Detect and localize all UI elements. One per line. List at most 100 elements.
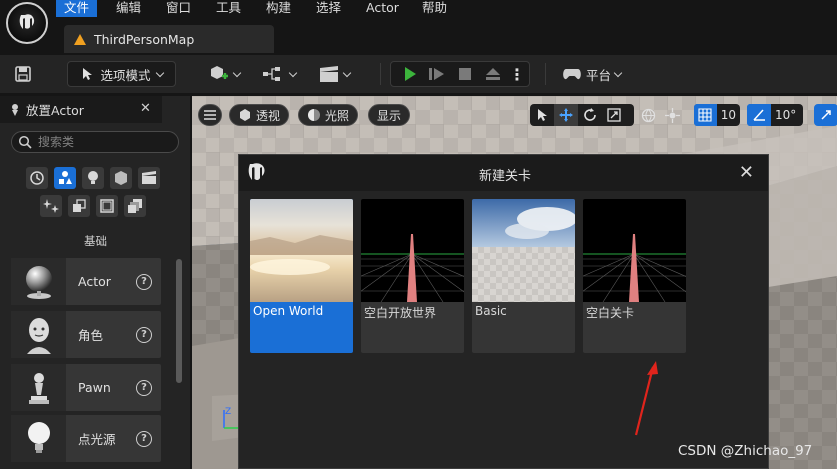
more-options-icon[interactable]: ⋮: [507, 65, 527, 84]
scale-tool-icon[interactable]: [602, 104, 626, 126]
eject-button[interactable]: [479, 67, 507, 81]
template-label: Basic: [475, 304, 507, 318]
lit-mode-button[interactable]: 光照: [298, 104, 359, 126]
cinematics-button[interactable]: [318, 63, 352, 85]
panel-scrollbar[interactable]: [176, 259, 182, 383]
platform-button[interactable]: 平台: [562, 63, 623, 85]
search-icon: [18, 135, 32, 149]
rotate-tool-icon[interactable]: [578, 104, 602, 126]
chevron-down-icon: [288, 68, 298, 77]
save-button[interactable]: [14, 63, 32, 85]
template-label: 空白开放世界: [364, 306, 437, 320]
viewport-menu-button[interactable]: [198, 104, 222, 126]
place-actor-icon: [12, 103, 18, 116]
geometry-category-icon[interactable]: [68, 195, 90, 217]
chevron-down-icon: [155, 68, 164, 77]
template-empty-open-world[interactable]: 空白开放世界: [361, 199, 464, 353]
toolbar-divider: [380, 63, 381, 85]
maximize-viewport-button[interactable]: [814, 104, 837, 126]
clapperboard-icon: [320, 66, 338, 82]
world-space-icon[interactable]: [636, 104, 660, 126]
search-input[interactable]: [38, 135, 168, 149]
step-icon: [429, 68, 444, 80]
help-icon[interactable]: ?: [136, 379, 152, 396]
blueprint-button[interactable]: [262, 63, 298, 85]
grid-snap[interactable]: 10: [694, 104, 740, 126]
shapes-category-icon[interactable]: [110, 167, 132, 189]
hamburger-icon: [204, 110, 216, 120]
section-label-basic: 基础: [84, 234, 107, 248]
show-label: 显示: [377, 108, 402, 123]
grid-snap-icon[interactable]: [694, 104, 717, 126]
pawn-icon: [11, 364, 66, 411]
menu-actor[interactable]: Actor: [358, 0, 407, 17]
help-icon[interactable]: ?: [136, 326, 152, 343]
list-item-pawn[interactable]: Pawn ?: [11, 364, 161, 411]
basic-thumbnail: [472, 199, 575, 302]
play-button[interactable]: [397, 66, 423, 82]
transform-tools: [530, 104, 634, 126]
empty-grid-thumbnail: [361, 199, 464, 303]
toolbar-divider: [545, 63, 546, 85]
stop-icon: [459, 68, 471, 80]
cinematic-category-icon[interactable]: [138, 167, 160, 189]
menu-help[interactable]: 帮助: [414, 0, 455, 17]
stop-button[interactable]: [451, 67, 479, 81]
help-icon[interactable]: ?: [136, 273, 152, 290]
annotation-arrow-icon: [634, 361, 658, 436]
coord-tools: [636, 104, 686, 126]
search-field[interactable]: [11, 131, 179, 153]
template-open-world[interactable]: Open World: [250, 199, 353, 353]
tab-third-person-map[interactable]: ThirdPersonMap: [64, 25, 274, 53]
visual-effects-category-icon[interactable]: [40, 195, 62, 217]
add-actor-button[interactable]: [208, 63, 242, 85]
template-empty-level[interactable]: 空白关卡: [583, 199, 686, 353]
expand-icon: [814, 104, 837, 126]
tab-label: ThirdPersonMap: [94, 31, 195, 47]
mode-select-button[interactable]: 选项模式: [67, 61, 176, 87]
template-label: 空白关卡: [586, 306, 635, 320]
close-icon[interactable]: ✕: [739, 162, 754, 183]
select-tool-icon[interactable]: [530, 104, 554, 126]
chevron-down-icon: [613, 68, 623, 77]
surface-snap-icon[interactable]: [660, 104, 684, 126]
lights-category-icon[interactable]: [82, 167, 104, 189]
list-item-actor[interactable]: Actor ?: [11, 258, 161, 305]
chevron-down-icon: [342, 68, 352, 77]
light-bulb-icon: [11, 415, 66, 462]
level-icon: [74, 33, 86, 45]
menu-build[interactable]: 构建: [258, 0, 299, 17]
menu-select[interactable]: 选择: [308, 0, 349, 17]
dialog-title: 新建关卡: [479, 169, 532, 184]
mode-label: 选项模式: [100, 67, 151, 83]
menu-file[interactable]: 文件: [56, 0, 98, 17]
list-item-point-light[interactable]: 点光源 ?: [11, 415, 161, 462]
template-label: Open World: [253, 304, 324, 318]
move-tool-icon[interactable]: [554, 104, 578, 126]
all-classes-category-icon[interactable]: [124, 195, 146, 217]
close-icon[interactable]: ✕: [140, 101, 151, 116]
main-toolbar: 选项模式 ⋮ 平台: [0, 55, 837, 93]
perspective-button[interactable]: 透视: [229, 104, 290, 126]
new-level-dialog: 新建关卡 ✕ Open World 空白开放世界 Basic 空白关卡: [238, 154, 769, 469]
angle-snap-icon[interactable]: [747, 104, 771, 126]
blueprint-icon: [263, 67, 280, 81]
empty-grid-thumbnail: [583, 199, 686, 303]
volumes-category-icon[interactable]: [96, 195, 118, 217]
menu-edit[interactable]: 编辑: [108, 0, 149, 17]
template-basic[interactable]: Basic: [472, 199, 575, 353]
show-button[interactable]: 显示: [368, 104, 411, 126]
menu-tools[interactable]: 工具: [208, 0, 249, 17]
list-item-character[interactable]: 角色 ?: [11, 311, 161, 358]
rotation-snap[interactable]: 10°: [747, 104, 803, 126]
sphere-icon: [11, 258, 66, 305]
menu-window[interactable]: 窗口: [158, 0, 199, 17]
advance-frame-button[interactable]: [423, 66, 451, 82]
perspective-label: 透视: [256, 108, 281, 123]
play-controls: ⋮: [390, 61, 530, 87]
recent-category-icon[interactable]: [26, 167, 48, 189]
unreal-logo-icon[interactable]: [6, 2, 48, 44]
help-icon[interactable]: ?: [136, 430, 152, 447]
basic-category-icon[interactable]: [54, 167, 76, 189]
select-mode-icon: [83, 68, 93, 80]
